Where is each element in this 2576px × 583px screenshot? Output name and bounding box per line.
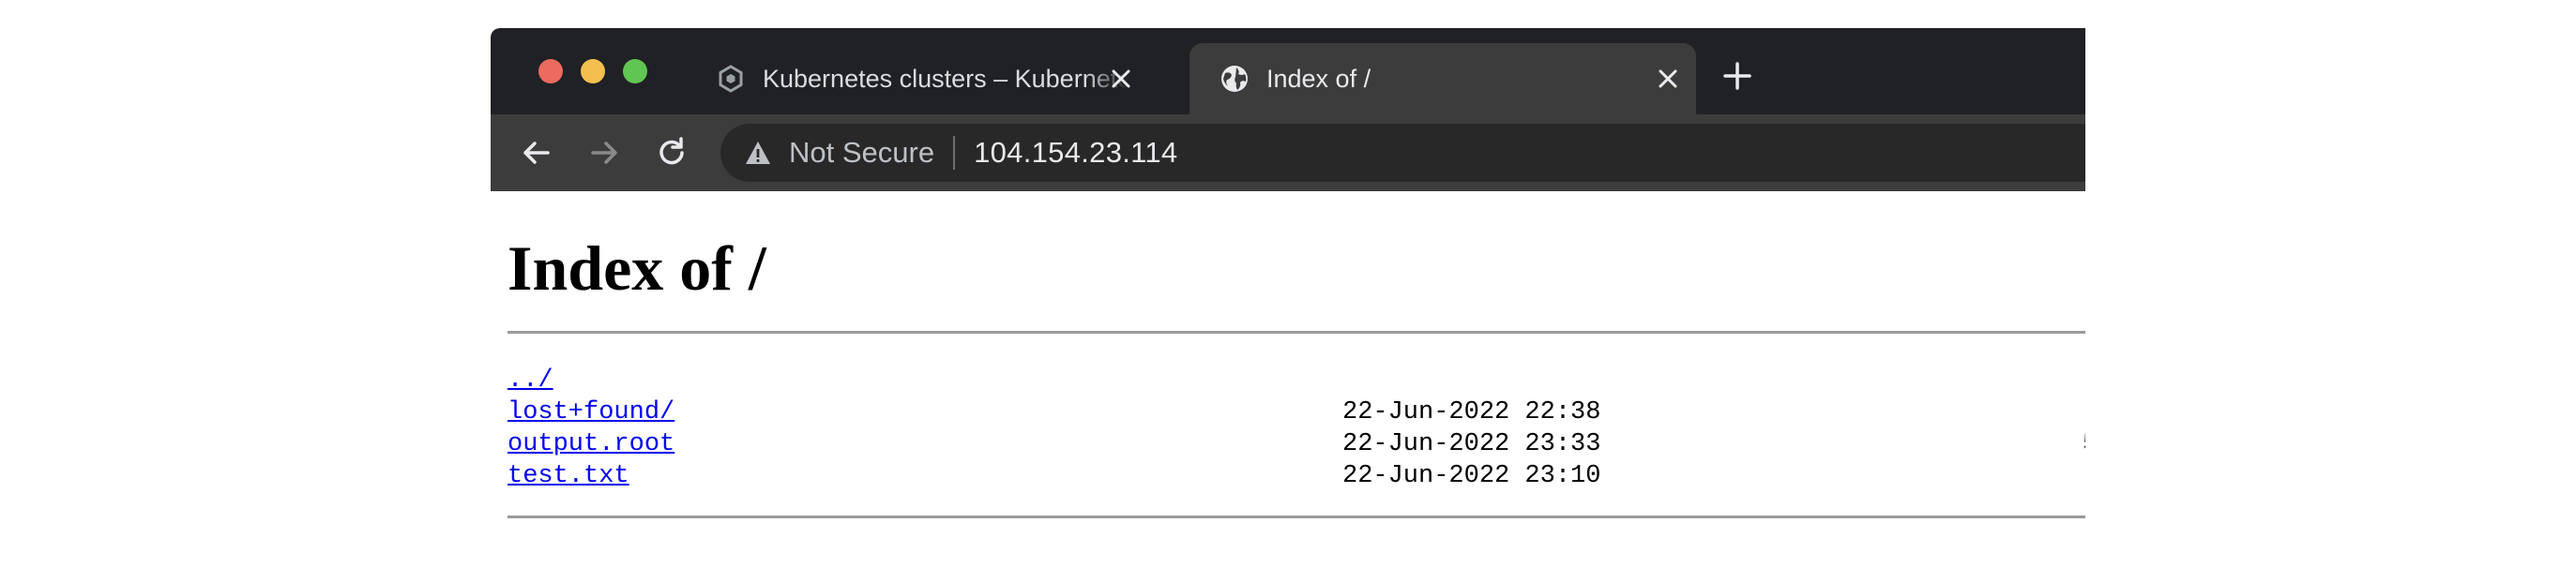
url-text[interactable]: 104.154.23.114 <box>974 136 1177 170</box>
file-size: 53383 <box>1971 428 2085 460</box>
file-date: 22-Jun-2022 23:33 <box>1342 430 1601 458</box>
address-bar[interactable]: Not Secure 104.154.23.114 <box>720 124 2085 182</box>
parent-directory-link[interactable]: ../ <box>508 366 553 395</box>
page-title: Index of / <box>508 232 766 304</box>
new-tab-plus-icon[interactable] <box>1720 58 1755 94</box>
warning-triangle-icon[interactable] <box>744 139 772 167</box>
tab-strip: Kubernetes clusters – Kubernetes Engine … <box>491 28 2085 114</box>
close-tab-icon[interactable] <box>1106 64 1136 94</box>
file-size: 18 <box>1971 460 2085 492</box>
file-link[interactable]: output.root <box>508 430 674 458</box>
minimize-window-button[interactable] <box>581 59 605 83</box>
file-link[interactable]: test.txt <box>508 462 629 490</box>
file-size: - <box>1971 396 2085 428</box>
tab-title: Index of / <box>1266 64 1371 93</box>
file-link[interactable]: lost+found/ <box>508 398 674 426</box>
not-secure-label[interactable]: Not Secure <box>789 136 934 170</box>
tab-kubernetes-clusters[interactable]: Kubernetes clusters – Kubernetes Engine <box>688 43 1130 114</box>
tab-title: Kubernetes clusters – Kubernetes Engine <box>763 64 1129 93</box>
divider-bottom <box>508 516 2085 518</box>
listing-row-parent: ../ <box>508 365 2085 396</box>
listing-row: output.root 22-Jun-2022 23:33 53383 <box>508 428 2085 460</box>
page-content: Index of / ../ lost+found/ 22-Jun-2022 2… <box>491 191 2085 583</box>
browser-window: Kubernetes clusters – Kubernetes Engine … <box>491 28 2085 583</box>
globe-icon <box>1221 66 1248 92</box>
reload-icon[interactable] <box>652 133 691 172</box>
listing-row: lost+found/ 22-Jun-2022 22:38 - <box>508 396 2085 428</box>
kubernetes-engine-icon <box>719 65 743 93</box>
address-bar-divider <box>953 136 956 170</box>
forward-arrow-icon[interactable] <box>584 133 624 172</box>
back-arrow-icon[interactable] <box>517 133 556 172</box>
tab-index-of[interactable]: Index of / <box>1190 43 1696 114</box>
maximize-window-button[interactable] <box>623 59 647 83</box>
close-window-button[interactable] <box>538 59 563 83</box>
browser-toolbar: Not Secure 104.154.23.114 <box>491 114 2085 191</box>
file-date: 22-Jun-2022 23:10 <box>1342 462 1601 490</box>
listing-row: test.txt 22-Jun-2022 23:10 18 <box>508 460 2085 492</box>
close-tab-icon[interactable] <box>1653 64 1683 94</box>
divider-top <box>508 331 2085 334</box>
file-date: 22-Jun-2022 22:38 <box>1342 398 1601 426</box>
